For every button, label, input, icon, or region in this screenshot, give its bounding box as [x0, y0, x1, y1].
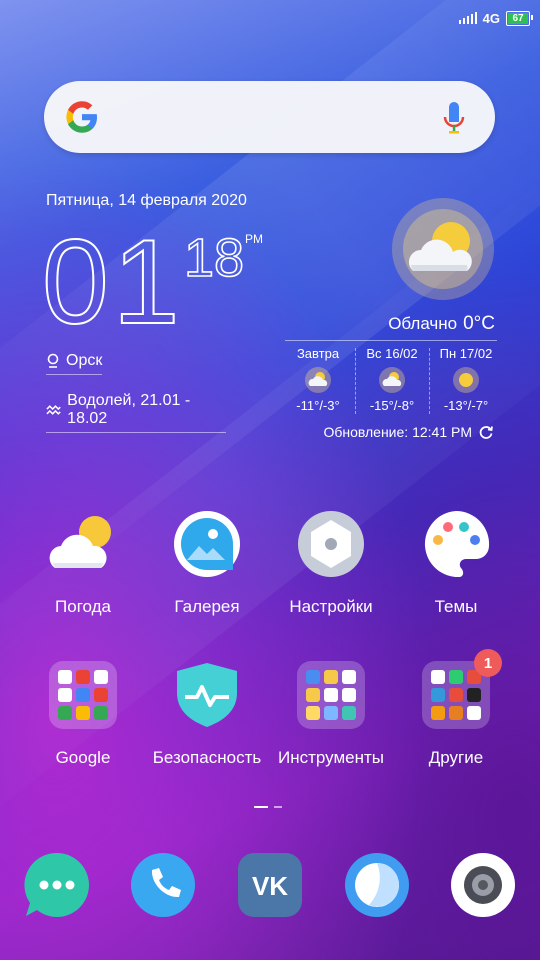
browser-icon[interactable]: [344, 852, 410, 918]
forecast-day: Вс 16/02 -15°/-8°: [355, 344, 429, 420]
google-logo-icon: [66, 101, 97, 133]
forecast-day: Завтра -11°/-3°: [281, 344, 355, 420]
vk-icon[interactable]: VK: [237, 852, 303, 918]
security-app-icon: [177, 663, 237, 727]
update-label: Обновление: 12:41 PM: [323, 424, 472, 440]
weather-app-icon: [49, 516, 111, 568]
folder-tools[interactable]: Инструменты: [266, 661, 396, 769]
page-dot-active: [254, 806, 268, 808]
weather-update[interactable]: Обновление: 12:41 PM: [323, 424, 494, 440]
app-themes[interactable]: Темы: [391, 510, 521, 618]
signal-icon: [458, 12, 477, 24]
svg-text:VK: VK: [252, 871, 288, 901]
app-label: Google: [55, 748, 111, 767]
clock-ampm: PM: [245, 232, 263, 246]
date-label: Пятница, 14 февраля 2020: [46, 192, 247, 209]
sunny-icon: [453, 367, 479, 393]
network-type: 4G: [482, 10, 500, 26]
app-label: Инструменты: [277, 748, 384, 767]
aquarius-icon: [46, 405, 61, 415]
forecast-temps: -15°/-8°: [369, 398, 415, 413]
refresh-icon[interactable]: [478, 424, 494, 440]
clock[interactable]: 01 18 PM: [40, 218, 280, 338]
battery-icon: 67: [506, 10, 533, 26]
forecast-temps: -13°/-7°: [443, 398, 489, 413]
page-indicator[interactable]: [254, 806, 282, 808]
google-folder-icon: [49, 661, 117, 729]
weather-divider: [285, 340, 497, 341]
app-label: Настройки: [289, 597, 373, 616]
app-settings[interactable]: Настройки: [266, 510, 396, 618]
clock-hours: 01: [42, 218, 183, 338]
partly-cloudy-icon: [379, 367, 405, 393]
forecast-day: Пн 17/02 -13°/-7°: [429, 344, 503, 420]
microphone-icon[interactable]: [443, 100, 465, 136]
other-folder-icon: 1: [422, 649, 502, 729]
partly-cloudy-icon: [305, 367, 331, 393]
folder-other[interactable]: 1 Другие: [391, 649, 521, 769]
app-weather[interactable]: Погода: [18, 510, 148, 618]
app-label: Безопасность: [152, 748, 262, 767]
phone-icon[interactable]: [130, 852, 196, 918]
gallery-app-icon: [174, 511, 240, 577]
clock-minutes: 18: [184, 228, 244, 288]
zodiac-row[interactable]: Водолей, 21.01 - 18.02: [46, 392, 226, 433]
app-label: Галерея: [174, 597, 240, 616]
weather-temperature: 0°C: [463, 313, 495, 334]
location-label: Орск: [66, 352, 103, 369]
forecast[interactable]: Завтра -11°/-3° Вс 16/02 -15°/-8° Пн 17/…: [281, 344, 503, 420]
themes-app-icon: [424, 510, 490, 578]
forecast-day-label: Завтра: [296, 346, 340, 361]
settings-app-icon: [298, 511, 364, 577]
app-label: Другие: [428, 748, 484, 767]
app-security[interactable]: Безопасность: [142, 661, 272, 769]
partly-cloudy-icon[interactable]: [391, 197, 495, 301]
app-label: Темы: [434, 597, 478, 616]
camera-icon[interactable]: [450, 852, 516, 918]
forecast-temps: -11°/-3°: [296, 398, 340, 413]
notification-badge: 1: [474, 649, 502, 677]
forecast-day-label: Пн 17/02: [439, 346, 493, 361]
location-row[interactable]: Орск: [46, 352, 103, 375]
google-search-bar[interactable]: [44, 81, 495, 153]
location-pin-icon: [47, 353, 59, 368]
zodiac-label: Водолей, 21.01 - 18.02: [67, 392, 191, 427]
folder-google[interactable]: Google: [18, 661, 148, 769]
app-gallery[interactable]: Галерея: [142, 510, 272, 618]
tools-folder-icon: [297, 661, 365, 729]
forecast-day-label: Вс 16/02: [366, 346, 418, 361]
status-bar: 4G 67: [458, 8, 533, 28]
page-dot: [274, 806, 282, 808]
weather-condition: Облачно: [388, 314, 458, 333]
messages-icon[interactable]: [24, 852, 90, 918]
current-weather: Облачно 0°C: [388, 313, 495, 335]
app-label: Погода: [55, 597, 111, 616]
